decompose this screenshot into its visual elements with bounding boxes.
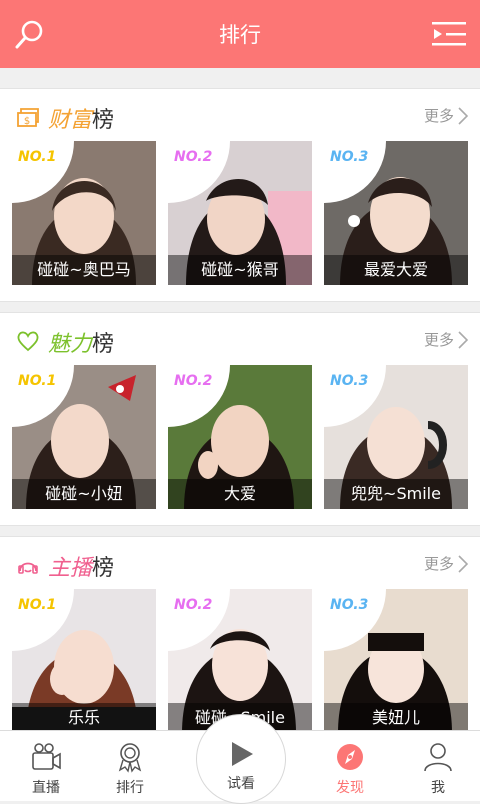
ranking-card[interactable]: NO.1 碰碰~小妞 bbox=[12, 365, 156, 509]
ranking-card[interactable]: NO.3 美妞儿 bbox=[324, 589, 468, 733]
rank-label: NO.1 bbox=[18, 597, 57, 613]
tab-label: 我 bbox=[431, 780, 445, 796]
ranking-card[interactable]: NO.3 最爱大爱 bbox=[324, 141, 468, 285]
user-name: 乐乐 bbox=[12, 703, 156, 733]
tab-preview[interactable]: 试看 bbox=[196, 714, 286, 804]
money-icon: $ bbox=[17, 108, 39, 127]
more-link[interactable]: 更多 bbox=[424, 105, 468, 126]
rank-label: NO.3 bbox=[330, 597, 369, 613]
play-icon bbox=[232, 742, 253, 766]
chevron-right-icon bbox=[458, 554, 468, 573]
user-name: 兜兜~Smile bbox=[324, 479, 468, 509]
chevron-right-icon bbox=[458, 330, 468, 349]
rank-label: NO.2 bbox=[174, 597, 213, 613]
rank-label: NO.3 bbox=[330, 149, 369, 165]
user-icon bbox=[424, 743, 452, 772]
tab-label: 直播 bbox=[32, 780, 60, 796]
more-link[interactable]: 更多 bbox=[424, 553, 468, 574]
rank-label: NO.1 bbox=[18, 373, 57, 389]
rank-label: NO.2 bbox=[174, 373, 213, 389]
user-name: 碰碰~猴哥 bbox=[168, 255, 312, 285]
tab-ranking[interactable]: 排行 bbox=[90, 731, 170, 801]
user-name: 美妞儿 bbox=[324, 703, 468, 733]
user-name: 碰碰~奥巴马 bbox=[12, 255, 156, 285]
page-title: 排行 bbox=[219, 23, 261, 47]
tab-discover[interactable]: 发现 bbox=[310, 731, 390, 801]
section-title: 魅力榜 bbox=[48, 332, 115, 357]
user-name: 碰碰~小妞 bbox=[12, 479, 156, 509]
section-title: 主播榜 bbox=[48, 556, 115, 581]
heart-icon bbox=[17, 331, 39, 352]
tab-me[interactable]: 我 bbox=[398, 731, 478, 801]
ranking-card[interactable]: NO.2 大爱 bbox=[168, 365, 312, 509]
section-header: 魅力榜 更多 bbox=[0, 313, 480, 365]
section-title: 财富榜 bbox=[48, 108, 115, 133]
search-icon[interactable] bbox=[14, 18, 46, 50]
compass-icon bbox=[337, 744, 363, 770]
charm-ranking-section: 魅力榜 更多 NO.1 碰碰~小妞 NO.2 大爱 NO.3 兜兜~Smile bbox=[0, 312, 480, 526]
section-header: $ 财富榜 更多 bbox=[0, 89, 480, 141]
rank-label: NO.3 bbox=[330, 373, 369, 389]
ranking-card[interactable]: NO.3 兜兜~Smile bbox=[324, 365, 468, 509]
more-link[interactable]: 更多 bbox=[424, 329, 468, 350]
tab-label: 试看 bbox=[227, 776, 255, 792]
tab-label: 排行 bbox=[116, 780, 144, 796]
rank-label: NO.2 bbox=[174, 149, 213, 165]
ranking-card[interactable]: NO.2 碰碰~猴哥 bbox=[168, 141, 312, 285]
list-menu-icon[interactable] bbox=[432, 20, 466, 48]
svg-text:$: $ bbox=[24, 116, 30, 127]
wealth-ranking-section: $ 财富榜 更多 NO.1 碰碰~奥巴马 NO.2 碰碰~猴哥 NO.3 最爱大… bbox=[0, 88, 480, 302]
camera-icon bbox=[32, 743, 61, 770]
user-name: 大爱 bbox=[168, 479, 312, 509]
section-header: 主播榜 更多 bbox=[0, 537, 480, 589]
rank-label: NO.1 bbox=[18, 149, 57, 165]
ranking-card[interactable]: NO.2 碰碰~Smile bbox=[168, 589, 312, 733]
anchor-icon bbox=[18, 562, 38, 574]
chevron-right-icon bbox=[458, 106, 468, 125]
ranking-card[interactable]: NO.1 乐乐 bbox=[12, 589, 156, 733]
medal-icon bbox=[118, 743, 142, 773]
ranking-card[interactable]: NO.1 碰碰~奥巴马 bbox=[12, 141, 156, 285]
tab-live[interactable]: 直播 bbox=[6, 731, 86, 801]
top-bar: 排行 bbox=[0, 0, 480, 68]
tab-label: 发现 bbox=[336, 780, 364, 796]
user-name: 最爱大爱 bbox=[324, 255, 468, 285]
